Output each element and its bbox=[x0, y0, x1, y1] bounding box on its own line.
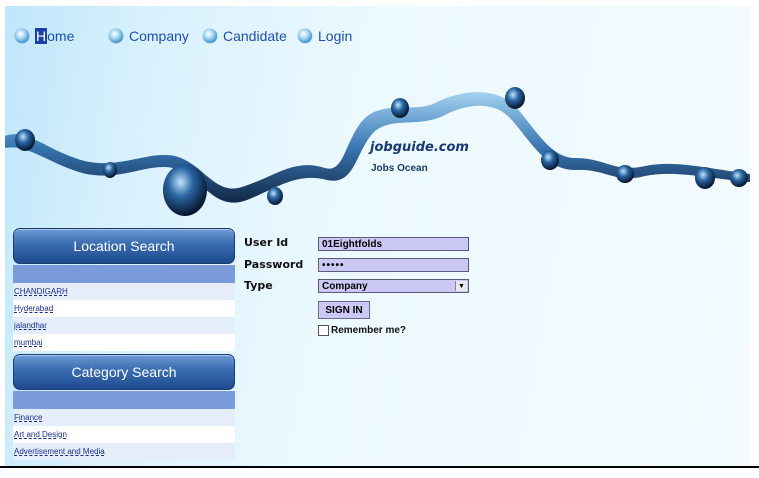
brand-tagline: Jobs Ocean bbox=[371, 163, 428, 174]
dropdown-arrow-icon[interactable]: ▼ bbox=[455, 281, 467, 291]
user-id-input[interactable]: 01Eightfolds bbox=[318, 237, 469, 251]
user-id-label: User Id bbox=[244, 236, 289, 249]
category-link[interactable]: Art and Design bbox=[13, 426, 235, 443]
page-background: Home Company Candidate Login jobguide.co… bbox=[5, 6, 750, 468]
bullet-icon bbox=[109, 29, 123, 43]
password-input[interactable]: ••••• bbox=[318, 258, 469, 272]
nav-candidate-label: Candidate bbox=[223, 28, 287, 44]
type-label: Type bbox=[244, 279, 273, 292]
nav-company-label: Company bbox=[129, 28, 189, 44]
location-list: CHANDIGARH Hyderabad jalandhar mumbai bbox=[13, 283, 235, 351]
bullet-icon bbox=[203, 29, 217, 43]
type-select-value: Company bbox=[322, 280, 368, 292]
nav-home-first-letter: H bbox=[35, 28, 48, 44]
bottom-divider bbox=[0, 466, 759, 468]
remember-me-label: Remember me? bbox=[331, 325, 407, 336]
nav-login[interactable]: Login bbox=[298, 24, 352, 48]
type-select[interactable]: Company ▼ bbox=[318, 279, 469, 293]
remember-me: Remember me? bbox=[318, 325, 406, 336]
brand-name: jobguide.com bbox=[370, 140, 469, 155]
location-search-title: Location Search bbox=[73, 238, 175, 254]
category-search-title: Category Search bbox=[71, 364, 177, 380]
location-link[interactable]: Hyderabad bbox=[13, 300, 235, 317]
nav-home[interactable]: Home bbox=[15, 24, 74, 48]
location-link[interactable]: CHANDIGARH bbox=[13, 283, 235, 300]
nav-home-label: Home bbox=[35, 28, 74, 44]
bullet-icon bbox=[15, 29, 29, 43]
nav-login-label: Login bbox=[318, 28, 353, 44]
category-link[interactable]: Advertisement and Media bbox=[13, 443, 235, 460]
category-list: Finance Art and Design Advertisement and… bbox=[13, 409, 235, 460]
category-link[interactable]: Finance bbox=[13, 409, 235, 426]
category-search-strip bbox=[13, 391, 235, 409]
location-link[interactable]: jalandhar bbox=[13, 317, 235, 334]
remember-me-checkbox[interactable] bbox=[318, 325, 329, 336]
password-label: Password bbox=[244, 258, 304, 271]
nav-home-rest: ome bbox=[47, 28, 75, 44]
category-search-header: Category Search bbox=[13, 354, 235, 390]
location-search-header: Location Search bbox=[13, 228, 235, 264]
nav-company[interactable]: Company bbox=[109, 24, 189, 48]
water-wave-banner bbox=[5, 87, 750, 216]
sign-in-button[interactable]: SIGN IN bbox=[318, 301, 370, 319]
location-search-strip bbox=[13, 265, 235, 283]
location-link[interactable]: mumbai bbox=[13, 334, 235, 351]
bullet-icon bbox=[298, 29, 312, 43]
nav-candidate[interactable]: Candidate bbox=[203, 24, 287, 48]
